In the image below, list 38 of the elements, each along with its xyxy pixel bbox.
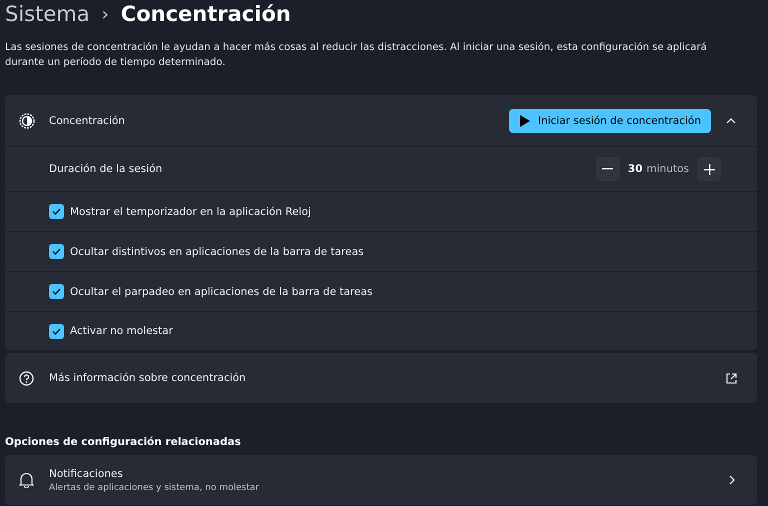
notifications-card[interactable]: Notificaciones Alertas de aplicaciones y sistema, no molestar xyxy=(5,455,757,505)
increase-button[interactable] xyxy=(697,157,721,181)
option-label: Activar no molestar xyxy=(70,325,173,337)
focus-title: Concentración xyxy=(49,114,125,126)
bell-icon xyxy=(19,472,34,488)
checkmark-icon xyxy=(52,288,61,295)
option-label: Mostrar el temporizador en la aplicación Reloj xyxy=(70,206,311,218)
play-icon xyxy=(518,114,530,126)
info-link-label: Más información sobre concentración xyxy=(49,372,246,384)
checkmark-icon xyxy=(52,208,61,215)
info-link-card[interactable]: Más información sobre concentración xyxy=(5,353,757,403)
description-text: Las sesiones de concentración le ayudan a hacer más cosas al reducir las distracciones. Al iniciar una sesión, esta configuración se aplicará durante un período de tiempo determinado. xyxy=(5,41,708,70)
checkbox[interactable] xyxy=(49,324,64,338)
page-title: Concentración xyxy=(120,2,291,26)
notifications-subtitle: Alertas de aplicaciones y sistema, no molestar xyxy=(49,482,259,492)
checkmark-icon xyxy=(52,328,61,334)
start-focus-button[interactable]: Iniciar sesión de concentración xyxy=(508,108,711,132)
option-label: Ocultar el parpadeo en aplicaciones de la barra de tareas xyxy=(70,286,373,298)
section-heading: Opciones de configuración relacionadas xyxy=(5,436,242,448)
chevron-right-icon xyxy=(729,475,735,485)
notifications-title: Notificaciones xyxy=(49,468,124,480)
checkbox[interactable] xyxy=(49,244,64,259)
chevron-icon xyxy=(726,118,736,124)
help-icon xyxy=(19,370,34,386)
plus-icon xyxy=(704,164,714,174)
breadcrumb-separator: › xyxy=(102,4,109,24)
breadcrumb-parent[interactable]: Sistema xyxy=(5,2,90,26)
duration-value: 30 xyxy=(628,163,643,175)
duration-label: Duración de la sesión xyxy=(48,163,162,175)
external-link-icon xyxy=(726,372,737,384)
option-label: Ocultar distintivos en aplicaciones de la barra de tareas xyxy=(70,246,364,258)
checkbox[interactable] xyxy=(49,204,64,219)
focus-icon xyxy=(19,112,35,128)
duration-unit: minutos xyxy=(646,163,689,175)
checkbox[interactable] xyxy=(49,284,64,299)
minus-icon xyxy=(602,168,614,170)
decrease-button[interactable] xyxy=(596,157,620,181)
checkmark-icon xyxy=(52,248,61,255)
